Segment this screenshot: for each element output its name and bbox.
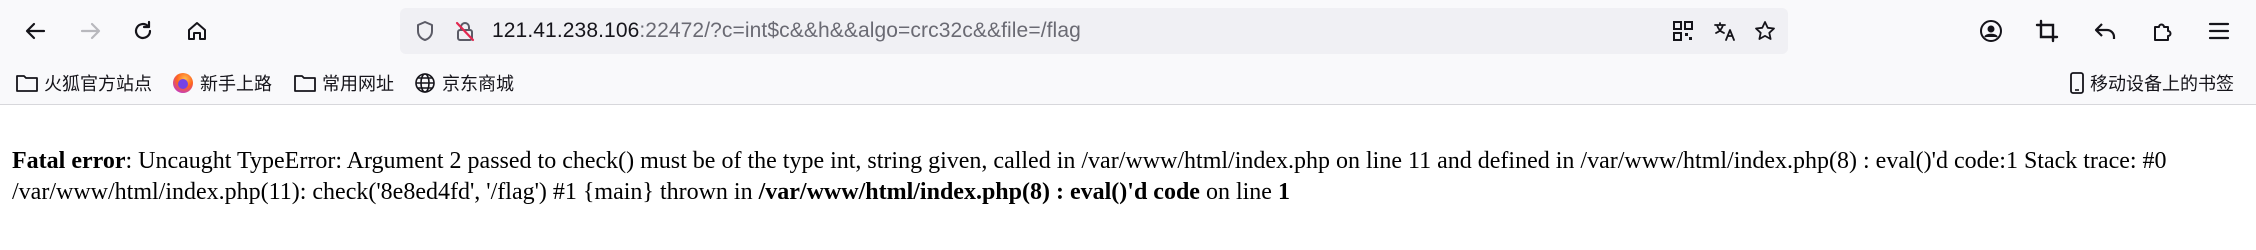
undo-arrow-icon [2094,23,2116,39]
error-label: Fatal error [12,148,126,174]
url-host: 121.41.238.106 [492,19,640,42]
mobile-device-icon [2070,72,2084,94]
mobile-bookmarks-label: 移动设备上的书签 [2090,74,2234,94]
hamburger-menu-icon [2208,22,2230,40]
error-location: /var/www/html/index.php(8) : eval()'d co… [758,179,1200,205]
screenshot-button[interactable] [2030,14,2064,48]
home-icon [188,22,206,40]
back-button[interactable] [18,14,52,48]
insecure-lock-icon[interactable] [448,14,482,48]
crop-icon [2035,19,2059,43]
firefox-icon [172,72,194,94]
url-path: :22472/?c=int$c&&h&&algo=crc32c&&file=/f… [639,19,1081,42]
bookmark-label: 京东商城 [442,74,514,94]
error-on-line: on line [1199,179,1278,205]
bookmark-item[interactable]: 京东商城 [414,62,514,104]
folder-icon [16,74,38,92]
folder-icon [294,74,316,92]
bookmark-item[interactable]: 火狐官方站点 [16,62,152,104]
undo-button[interactable] [2088,14,2122,48]
bookmark-label: 火狐官方站点 [44,74,152,94]
url-text[interactable]: 121.41.238.106:22472/?c=int$c&&h&&algo=c… [492,8,1081,54]
account-icon [1980,20,2002,42]
error-message: Fatal error: Uncaught TypeError: Argumen… [12,146,2244,208]
translate-icon[interactable] [1708,14,1742,48]
error-line-number: 1 [1277,179,1290,205]
forward-arrow-icon [80,22,101,40]
bookmark-item[interactable]: 常用网址 [294,62,394,104]
bookmark-star-icon[interactable] [1748,14,1782,48]
puzzle-icon [2154,23,2172,41]
url-bar[interactable]: 121.41.238.106:22472/?c=int$c&&h&&algo=c… [400,8,1788,54]
back-arrow-icon [25,22,46,40]
reload-icon [134,20,152,40]
bookmark-label: 常用网址 [322,74,394,94]
account-button[interactable] [1974,14,2008,48]
extensions-button[interactable] [2146,14,2180,48]
reload-button[interactable] [126,14,160,48]
bookmark-label: 新手上路 [200,74,272,94]
browser-toolbar: 121.41.238.106:22472/?c=int$c&&h&&algo=c… [0,0,2256,62]
home-button[interactable] [180,14,214,48]
mobile-bookmarks[interactable]: 移动设备上的书签 [2070,62,2234,104]
shield-icon[interactable] [408,14,442,48]
forward-button[interactable] [74,14,108,48]
menu-button[interactable] [2202,14,2236,48]
bookmark-item[interactable]: 新手上路 [172,62,272,104]
globe-icon [414,72,436,94]
qr-code-icon[interactable] [1666,14,1700,48]
